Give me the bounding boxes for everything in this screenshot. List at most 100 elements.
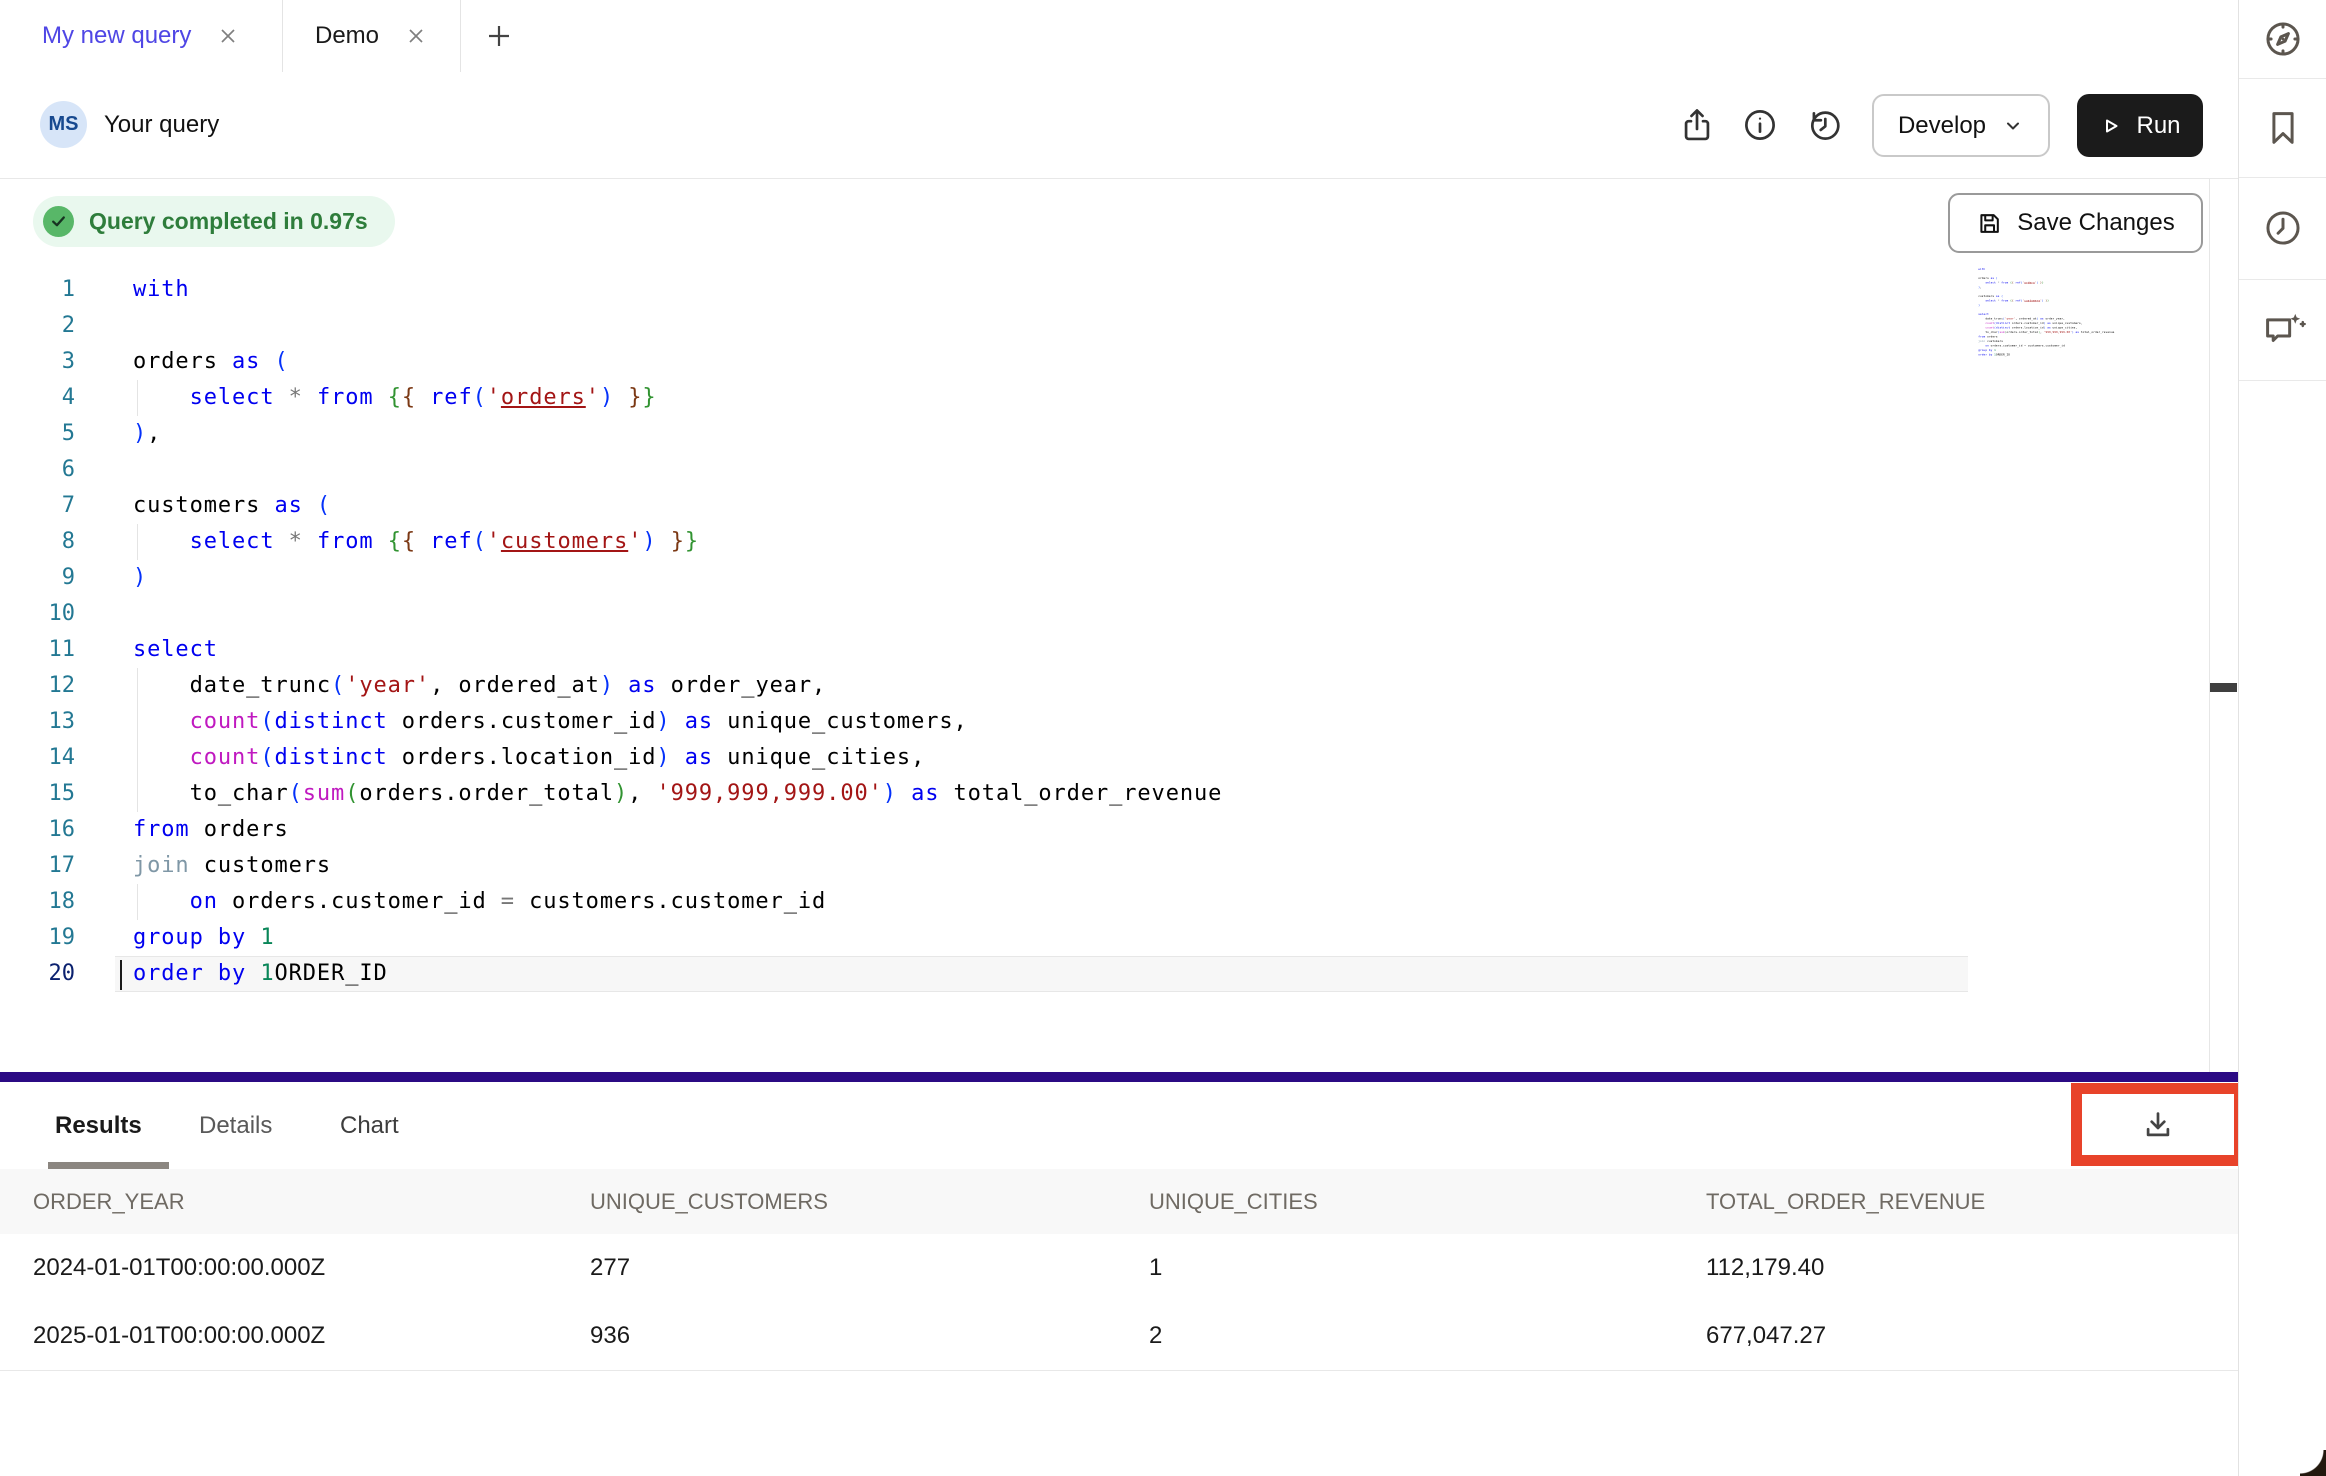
bookmarks-button[interactable] [2239,78,2326,178]
code-line[interactable]: ), [115,416,1968,452]
code-token: select [190,385,275,410]
code-token: 1 [260,925,274,950]
code-line[interactable]: join customers [115,848,1968,884]
code-token: select [1985,299,1996,302]
code-token: on [190,889,218,914]
ai-chat-button[interactable] [2239,279,2326,381]
code-line[interactable]: order by 1ORDER_ID [115,956,1968,992]
code-line[interactable] [115,452,1968,488]
code-token: * [289,385,303,410]
code-line[interactable] [115,308,1968,344]
column-header: UNIQUE_CUSTOMERS [590,1169,828,1234]
line-number: 17 [0,848,77,884]
panel-splitter[interactable] [0,1072,2238,1082]
close-icon[interactable] [405,25,427,47]
code-line[interactable]: with [115,272,1968,308]
table-cell: 1 [1149,1234,1162,1302]
code-token: select [1978,313,1989,316]
code-token: count [1985,326,1994,329]
table-cell: 2024-01-01T00:00:00.000Z [33,1234,325,1302]
code-token: ' [487,385,501,410]
app-window: My new query Demo MS Your query [0,0,2326,1476]
tab-demo[interactable]: Demo [283,0,461,72]
code-line[interactable]: select [115,632,1968,668]
editor-scrollbar-thumb[interactable] [2210,683,2237,692]
tab-chart[interactable]: Chart [340,1082,399,1169]
line-number: 13 [0,704,77,740]
code-token: date_trunc [1978,317,2003,320]
tab-results[interactable]: Results [55,1082,142,1169]
share-icon [1678,106,1716,144]
code-token: as [628,673,656,698]
code-token: group by [1978,349,1992,352]
code-token: 'year' [345,673,430,698]
code-token [1978,299,1985,302]
code-token: orders [1985,335,1997,338]
code-line[interactable]: count(distinct orders.customer_id) as un… [115,704,1968,740]
code-token [303,493,317,518]
code-line[interactable]: from orders [115,812,1968,848]
code-token [133,745,190,770]
code-line[interactable]: customers as ( [115,488,1968,524]
code-token: ( [331,673,345,698]
new-tab-button[interactable] [461,0,537,72]
history-button[interactable] [1803,103,1847,147]
tab-my-new-query[interactable]: My new query [0,0,283,72]
tab-label: My new query [42,22,191,50]
code-token: date_trunc [133,673,331,698]
table-row[interactable]: 2024-01-01T00:00:00.000Z2771112,179.40 [0,1234,2238,1303]
minimap[interactable]: withorders as ( select * from {{ ref('or… [1976,267,2130,359]
code-token: to_char [1978,331,1997,334]
code-line[interactable]: group by 1 [115,920,1968,956]
code-editor[interactable]: with orders as ( select * from {{ ref('or… [115,272,1968,992]
code-token: } [2042,281,2044,284]
code-token: from [2001,281,2008,284]
save-changes-button[interactable]: Save Changes [1948,193,2203,253]
code-token [274,385,288,410]
line-number: 11 [0,632,77,668]
history-panel-button[interactable] [2239,177,2326,280]
compass-icon [2262,18,2304,60]
avatar[interactable]: MS [40,101,87,148]
bookmark-icon [2262,107,2304,149]
code-token: with [1978,268,1985,271]
share-button[interactable] [1675,103,1719,147]
tab-details[interactable]: Details [199,1082,272,1169]
code-line[interactable]: on orders.customer_id = customers.custom… [115,884,1968,920]
line-number: 20 [0,956,77,992]
code-line[interactable]: select * from {{ ref('customers') }} [115,524,1968,560]
code-token: orders.order_total [359,781,614,806]
develop-dropdown[interactable]: Develop [1872,94,2050,157]
code-line[interactable]: count(distinct orders.location_id) as un… [115,740,1968,776]
chat-sparkles-icon [2260,309,2306,351]
code-line[interactable]: select * from {{ ref('orders') }} [115,380,1968,416]
code-token: as [685,709,713,734]
explore-button[interactable] [2239,0,2326,79]
code-line[interactable] [115,596,1968,632]
code-token: ref [430,529,472,554]
line-number: 7 [0,488,77,524]
code-line[interactable]: to_char(sum(orders.order_total), '999,99… [115,776,1968,812]
download-button[interactable] [2140,1107,2176,1143]
info-button[interactable] [1738,103,1782,147]
code-token [260,349,274,374]
code-token: orders [1978,277,1989,280]
run-button[interactable]: Run [2077,94,2203,157]
close-icon[interactable] [217,25,239,47]
code-line[interactable]: ) [115,560,1968,596]
table-cell: 2025-01-01T00:00:00.000Z [33,1302,325,1370]
code-token [1978,281,1985,284]
code-token: group by [133,925,246,950]
table-row[interactable]: 2025-01-01T00:00:00.000Z9362677,047.27 [0,1302,2238,1371]
code-token: from [317,529,374,554]
code-line[interactable]: orders as ( [115,344,1968,380]
code-token: , ordered_at [430,673,600,698]
code-token [260,493,274,518]
code-line[interactable]: date_trunc('year', ordered_at) as order_… [115,668,1968,704]
code-token: order by [133,961,246,986]
clock-icon [2262,207,2304,249]
code-token: total_order_revenue [939,781,1222,806]
right-sidebar [2238,0,2326,1476]
code-token [246,925,260,950]
code-token [671,745,685,770]
